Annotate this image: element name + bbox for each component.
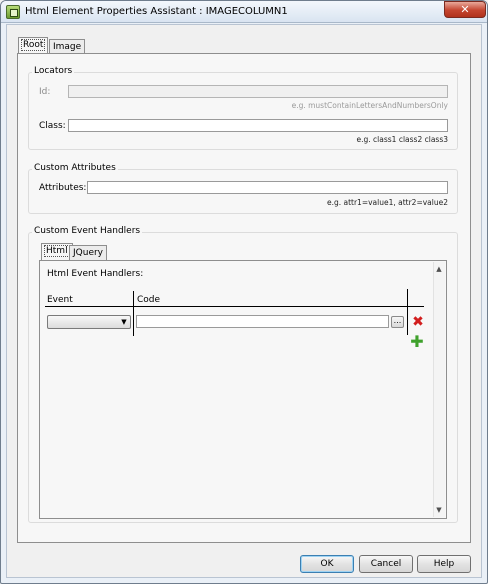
class-hint: e.g. class1 class2 class3 — [356, 135, 448, 144]
event-column-header: Event — [47, 295, 73, 305]
custom-attributes-title: Custom Attributes — [32, 162, 118, 174]
chevron-down-icon: ▼ — [121, 318, 127, 326]
tab-root-label: Root — [20, 39, 46, 51]
tab-html-label: Html — [44, 245, 70, 257]
window-title: Html Element Properties Assistant : IMAG… — [25, 6, 288, 17]
scroll-up-icon[interactable]: ▲ — [434, 264, 444, 274]
code-field[interactable] — [136, 315, 389, 328]
attributes-field[interactable] — [87, 181, 448, 194]
header-divider — [45, 306, 424, 307]
ok-button[interactable]: OK — [300, 555, 354, 573]
attributes-label: Attributes: — [39, 183, 87, 193]
custom-event-handlers-title: Custom Event Handlers — [32, 225, 143, 237]
locators-title: Locators — [32, 65, 75, 77]
class-label: Class: — [39, 121, 66, 131]
code-browse-button[interactable]: ... — [391, 316, 404, 328]
help-button[interactable]: Help — [417, 555, 471, 573]
tab-html[interactable]: Html — [41, 243, 73, 260]
actions-divider — [407, 289, 408, 335]
html-element-icon — [6, 5, 20, 19]
column-divider — [133, 291, 134, 336]
tab-root[interactable]: Root — [18, 37, 49, 54]
event-select[interactable]: ▼ — [47, 315, 131, 329]
close-button[interactable]: ✕ — [444, 1, 486, 18]
tab-jquery[interactable]: JQuery — [69, 245, 108, 260]
tab-image-label: Image — [53, 42, 82, 52]
scroll-down-icon[interactable]: ▼ — [434, 505, 444, 515]
code-column-header: Code — [137, 295, 161, 305]
id-field — [68, 85, 448, 98]
html-tab-panel — [39, 260, 447, 519]
vertical-scrollbar[interactable] — [433, 262, 445, 517]
tab-jquery-label: JQuery — [73, 248, 104, 258]
tab-image[interactable]: Image — [49, 39, 86, 54]
id-label: Id: — [39, 87, 51, 97]
cancel-button[interactable]: Cancel — [359, 555, 413, 573]
class-field[interactable] — [68, 119, 448, 132]
attributes-hint: e.g. attr1=value1, attr2=value2 — [326, 198, 448, 207]
add-icon[interactable]: ✚ — [410, 334, 424, 350]
html-event-handlers-label: Html Event Handlers: — [47, 269, 144, 279]
id-hint: e.g. mustContainLettersAndNumbersOnly — [291, 101, 448, 110]
delete-icon[interactable]: ✖ — [411, 315, 425, 329]
